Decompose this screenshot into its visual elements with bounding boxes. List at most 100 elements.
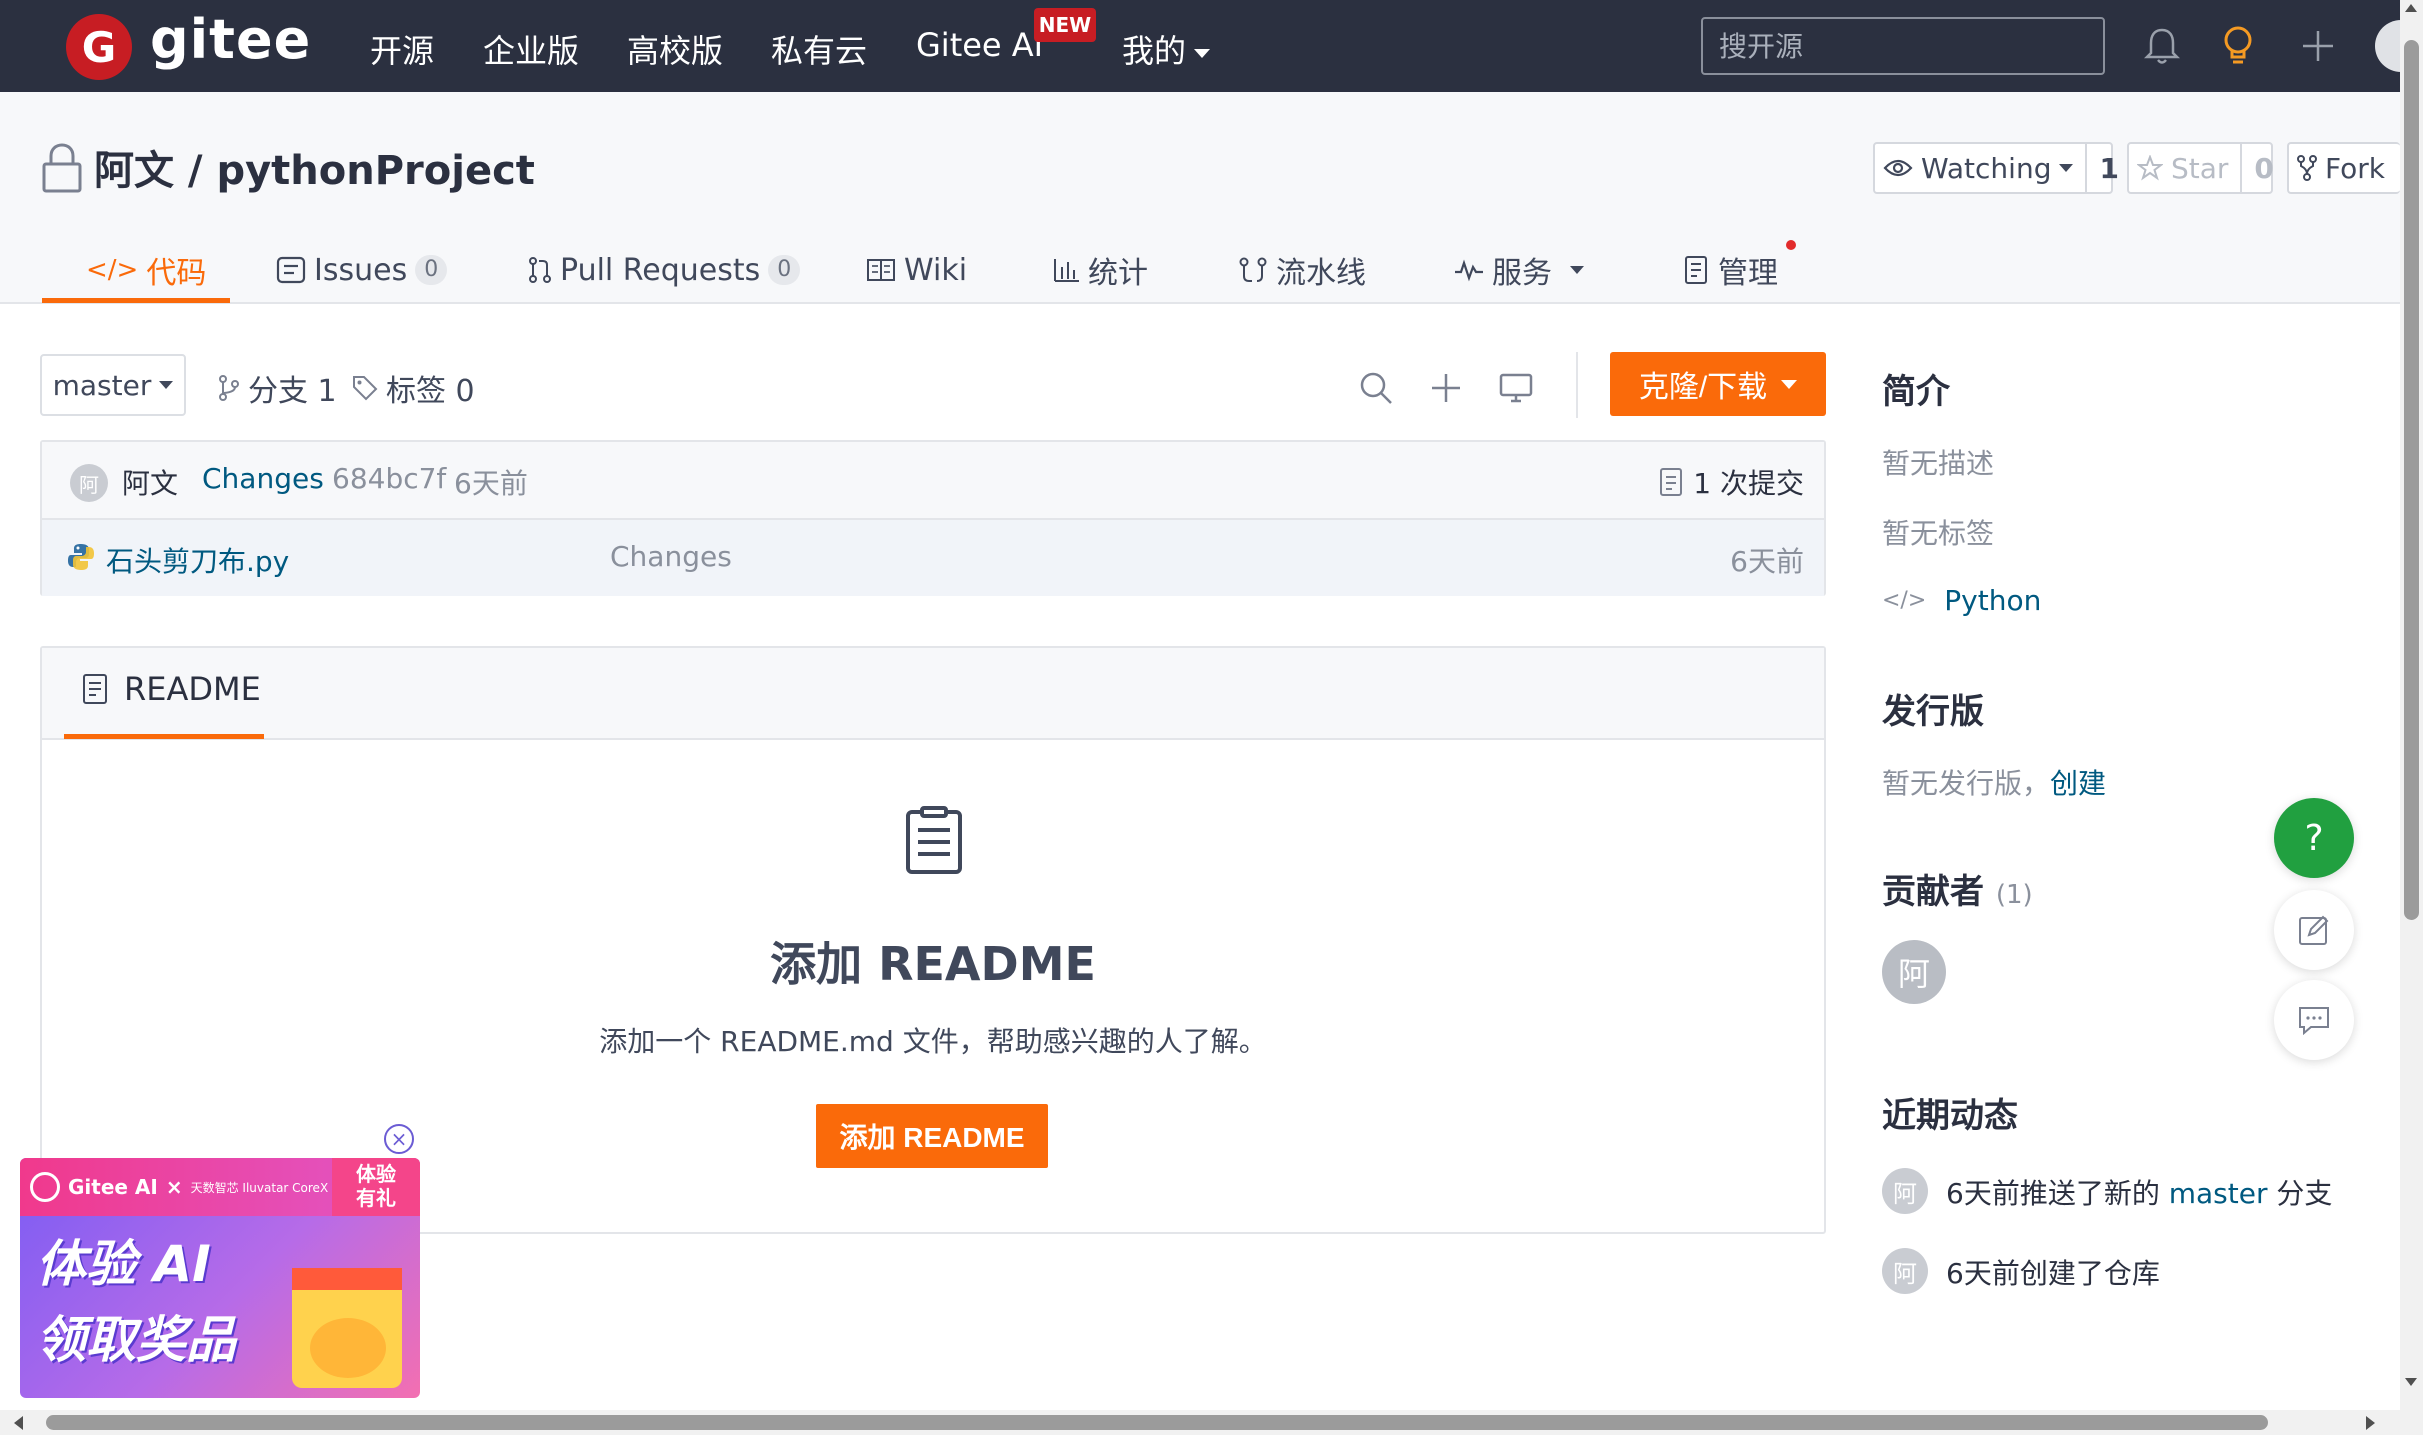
contributor-avatar[interactable]: 阿 [1882,940,1946,1004]
fork-button[interactable]: Fork [2287,142,2400,194]
activity-text: 6天前创建了仓库 [1946,1257,2160,1290]
commit-author[interactable]: 阿文 [122,462,178,502]
help-button[interactable]: ? [2274,798,2354,878]
commit-count-label: 1 次提交 [1693,467,1804,500]
tab-manage[interactable]: 管理 [1684,238,1778,302]
ad-close-button[interactable]: × [384,1124,414,1154]
service-icon [1455,259,1483,282]
repo-owner[interactable]: 阿文 [94,148,174,194]
promo-banner[interactable]: Gitee AI × 天数智芯 Iluvatar CoreX 体验 有礼 体验 … [20,1158,420,1398]
lightbulb-icon[interactable] [2210,18,2266,74]
plus-icon[interactable] [2290,18,2346,74]
readme-document-icon [906,806,962,874]
gitee-logo-icon[interactable]: G [66,14,132,80]
notification-dot [1786,240,1796,250]
horizontal-scrollbar[interactable] [0,1410,2400,1435]
pipeline-icon [1239,257,1267,282]
pull-request-icon [529,257,551,283]
commit-message[interactable]: Changes [202,462,324,495]
nav-item-open-source[interactable]: 开源 [370,26,434,72]
fork-icon [2297,155,2317,181]
tag-icon [353,376,378,401]
nav-item-mine[interactable]: 我的 [1122,26,1211,72]
activity-avatar[interactable]: 阿 [1882,1168,1928,1214]
commit-history-icon [1660,468,1683,496]
chat-icon [2299,1007,2329,1035]
promo-cross: × [165,1175,183,1199]
activity-item: 6天前推送了新的 master 分支 [1946,1172,2332,1212]
language-link[interactable]: Python [1944,584,2041,617]
logo-text[interactable]: gitee [150,8,311,71]
table-row[interactable]: 石头剪刀布.py Changes 6天前 [42,520,1824,596]
nav-item-education[interactable]: 高校版 [627,26,723,72]
file-name[interactable]: 石头剪刀布.py [106,540,289,580]
activity-heading: 近期动态 [1882,1096,2018,1136]
nav-item-private-cloud[interactable]: 私有云 [771,26,867,72]
commit-author-avatar[interactable]: 阿 [70,464,108,502]
activity-branch-link[interactable]: master [2169,1177,2268,1210]
repo-name[interactable]: pythonProject [216,148,534,194]
file-commit-message[interactable]: Changes [610,540,732,573]
no-tags-text: 暂无标签 [1882,517,1995,550]
chat-button[interactable] [2274,980,2354,1060]
branch-select[interactable]: master [40,354,186,416]
commit-hash[interactable]: 684bc7f [332,462,446,495]
scroll-right-arrow-icon[interactable] [2366,1416,2375,1430]
pull-requests-count: 0 [768,255,801,285]
readme-tab[interactable]: README [82,670,261,708]
repo-title: 阿文 / pythonProject [94,138,535,196]
tab-wiki[interactable]: Wiki [866,238,967,302]
feedback-button[interactable] [2274,890,2354,970]
bell-icon[interactable] [2134,18,2190,74]
vertical-scrollbar[interactable] [2400,0,2423,1435]
readme-empty-title: 添加 README [770,937,1096,991]
activity-avatar[interactable]: 阿 [1882,1248,1928,1294]
promo-partner: 天数智芯 Iluvatar CoreX [190,1180,329,1195]
create-release-link[interactable]: 创建 [2050,767,2106,800]
star-count[interactable]: 0 [2240,144,2285,192]
scroll-down-arrow-icon[interactable] [2405,1378,2417,1386]
watching-button[interactable]: Watching 1 [1873,142,2119,194]
activity-item: 6天前创建了仓库 [1946,1252,2160,1292]
top-navbar: G gitee 开源 企业版 高校版 私有云 Gitee AI NEW 我的 [0,0,2423,92]
search-input[interactable] [1701,17,2105,75]
scroll-left-arrow-icon[interactable] [14,1416,23,1430]
tab-stats[interactable]: 统计 [1052,238,1148,302]
tab-pipeline[interactable]: 流水线 [1238,238,1366,302]
star-button[interactable]: Star 0 [2127,142,2274,194]
search-icon[interactable] [1352,364,1400,412]
commit-count-link[interactable]: 1 次提交 [1659,462,1804,502]
contributors-count: (1) [1995,880,2033,910]
watching-label: Watching [1921,151,2052,185]
tags-link[interactable]: 标签 0 [352,366,475,410]
nav-item-gitee-ai[interactable]: Gitee AI [916,26,1043,64]
gitee-ai-logo-icon [30,1172,60,1202]
tab-code[interactable]: </> 代码 [86,238,206,302]
tab-service[interactable]: 服务 [1454,238,1584,302]
intro-heading: 简介 [1882,372,1950,412]
tab-issues[interactable]: Issues 0 [276,238,448,302]
issues-count: 0 [415,255,448,285]
web-ide-icon[interactable] [1492,364,1540,412]
releases-heading: 发行版 [1882,692,1984,732]
horizontal-scroll-thumb[interactable] [46,1415,2268,1430]
add-file-icon[interactable] [1422,364,1470,412]
nav-item-enterprise[interactable]: 企业版 [483,26,579,72]
branches-link[interactable]: 分支 1 [218,366,337,410]
releases-text: 暂无发行版，创建 [1882,762,2106,802]
manage-icon [1685,256,1707,284]
readme-tab-indicator [64,734,264,739]
watching-count[interactable]: 1 [2085,144,2130,192]
tab-pull-requests-label: Pull Requests [560,252,761,288]
tab-pull-requests[interactable]: Pull Requests 0 [528,238,801,302]
lock-icon [42,143,82,193]
vertical-scroll-thumb[interactable] [2404,40,2419,920]
contributors-heading: 贡献者 (1) [1882,864,2033,913]
add-readme-button[interactable]: 添加 README [816,1104,1048,1168]
scroll-up-arrow-icon[interactable] [2405,4,2417,12]
clone-download-button[interactable]: 克隆/下载 [1610,352,1826,416]
issues-icon [276,256,306,284]
readme-card: README 添加 README 添加一个 README.md 文件，帮助感兴趣… [40,646,1826,1234]
activity-text: 6天前推送了新的 [1946,1177,2169,1210]
edit-icon [2299,915,2329,945]
